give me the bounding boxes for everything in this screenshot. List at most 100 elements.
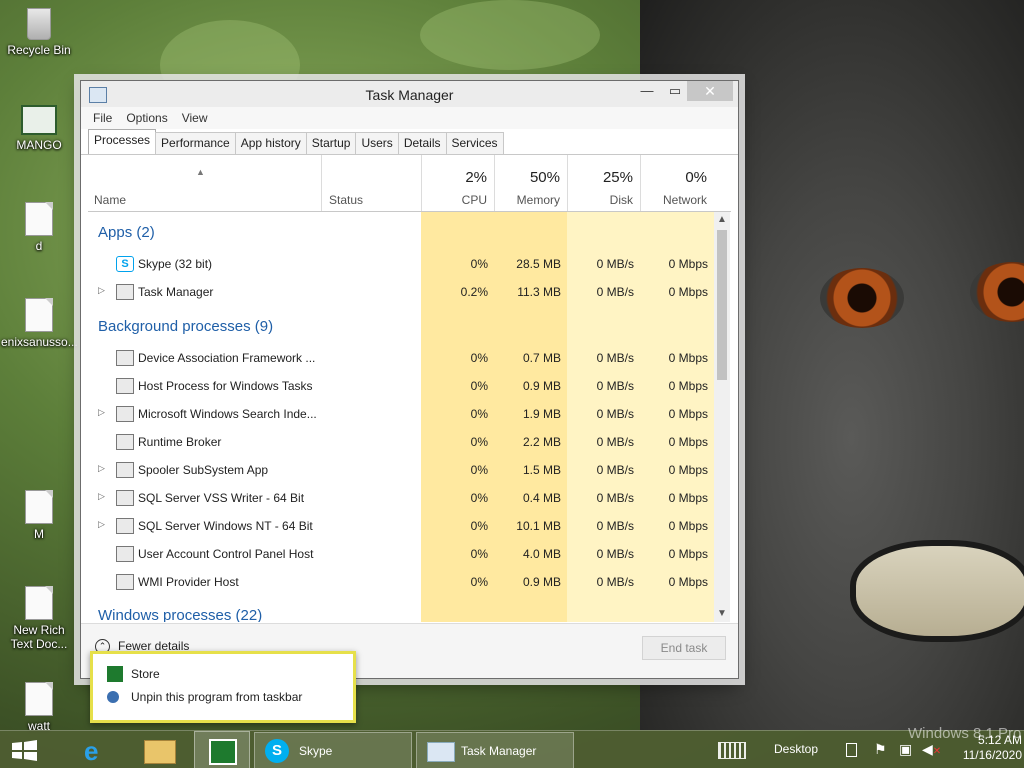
process-cpu-value: 0% — [470, 575, 488, 589]
expand-chevron-icon[interactable]: ▷ — [98, 491, 105, 502]
vertical-scrollbar[interactable]: ▲ ▼ — [714, 212, 730, 622]
process-name: Skype (32 bit) — [138, 257, 213, 271]
process-row[interactable]: ▷ Microsoft Windows Search Inde... 0% 1.9 M… — [88, 400, 714, 428]
scroll-thumb[interactable] — [717, 230, 727, 380]
desktop-icon-d[interactable]: d — [1, 202, 77, 253]
start-button[interactable] — [0, 731, 48, 768]
internet-explorer-icon: e — [84, 736, 99, 766]
column-memory[interactable]: 50% Memory — [494, 155, 568, 211]
close-button[interactable]: ✕ — [687, 81, 733, 101]
process-memory-value: 28.5 MB — [516, 257, 561, 271]
unpin-icon — [107, 691, 119, 703]
desktop-icon-watt[interactable]: watt — [1, 682, 77, 733]
show-notifications-icon[interactable] — [846, 731, 858, 768]
column-disk[interactable]: 25% Disk — [567, 155, 641, 211]
process-row[interactable]: ▷ Task Manager 0.2% 11.3 MB 0 MB/s 0 Mbps — [88, 278, 714, 306]
tab-users[interactable]: Users — [355, 132, 399, 155]
title-bar[interactable]: Task Manager — ▭ ✕ — [81, 81, 738, 107]
desktop-icon-mango[interactable]: MANGO — [1, 105, 77, 152]
process-network-value: 0 Mbps — [668, 435, 708, 449]
column-name[interactable]: Name — [94, 193, 126, 207]
store-icon — [209, 739, 237, 765]
scroll-down-icon[interactable]: ▼ — [714, 606, 730, 622]
process-network-value: 0 Mbps — [668, 491, 708, 505]
touch-keyboard-button[interactable] — [716, 731, 746, 768]
menu-view[interactable]: View — [182, 111, 208, 125]
file-explorer-button[interactable] — [136, 731, 186, 768]
column-network[interactable]: 0% Network — [640, 155, 715, 211]
process-row[interactable]: Device Association Framework ... 0% 0.7 MB… — [88, 344, 714, 372]
tab-services[interactable]: Services — [445, 132, 504, 155]
monitor-icon — [21, 105, 57, 135]
process-name: SQL Server Windows NT - 64 Bit — [138, 519, 313, 533]
store-taskbar-button[interactable] — [194, 731, 250, 768]
process-cpu-value: 0% — [470, 435, 488, 449]
process-row[interactable]: Host Process for Windows Tasks 0% 0.9 MB 0 … — [88, 372, 714, 400]
recycle-bin-icon — [27, 8, 51, 40]
tab-app-history[interactable]: App history — [234, 132, 307, 155]
menu-file[interactable]: File — [93, 111, 112, 125]
column-status-cell[interactable]: Status — [321, 155, 422, 211]
expand-chevron-icon[interactable]: ▷ — [98, 407, 105, 418]
store-icon — [107, 666, 123, 682]
process-memory-value: 10.1 MB — [516, 519, 561, 533]
action-center-flag-icon[interactable]: ⚑ — [874, 741, 887, 768]
process-network-value: 0 Mbps — [668, 407, 708, 421]
tab-performance[interactable]: Performance — [155, 132, 236, 155]
maximize-button[interactable]: ▭ — [661, 81, 689, 101]
process-disk-value: 0 MB/s — [596, 285, 634, 299]
process-row[interactable]: WMI Provider Host 0% 0.9 MB 0 MB/s 0 Mbps — [88, 568, 714, 596]
taskbar-clock[interactable]: 5:12 AM 11/16/2020 — [944, 733, 1022, 763]
menu-options[interactable]: Options — [126, 111, 167, 125]
minimize-button[interactable]: — — [633, 81, 661, 101]
process-row[interactable]: ▷ SQL Server Windows NT - 64 Bit 0% 10.1 MB… — [88, 512, 714, 540]
process-name: User Account Control Panel Host — [138, 547, 314, 561]
desktop-icon-new-rich-text[interactable]: New Rich Text Doc... — [1, 586, 77, 651]
process-row[interactable]: ▷ SQL Server VSS Writer - 64 Bit 0% 0.4 MB 0… — [88, 484, 714, 512]
process-network-value: 0 Mbps — [668, 379, 708, 393]
network-icon[interactable]: ▣ — [899, 741, 912, 768]
process-network-value: 0 Mbps — [668, 351, 708, 365]
process-name: SQL Server VSS Writer - 64 Bit — [138, 491, 305, 505]
taskbar-jump-list: Store Unpin this program from taskbar — [90, 651, 356, 723]
desktop-icon-m[interactable]: M — [1, 490, 77, 541]
monkey-eye — [970, 262, 1024, 322]
process-cpu-value: 0% — [470, 491, 488, 505]
volume-muted-icon[interactable]: ◀✕ — [922, 741, 941, 768]
column-cpu[interactable]: 2% CPU — [421, 155, 495, 211]
document-icon — [25, 202, 53, 236]
expand-chevron-icon[interactable]: ▷ — [98, 285, 105, 296]
process-row[interactable]: User Account Control Panel Host 0% 4.0 MB 0… — [88, 540, 714, 568]
scroll-up-icon[interactable]: ▲ — [714, 212, 730, 228]
document-icon — [25, 298, 53, 332]
process-cpu-value: 0% — [470, 463, 488, 477]
process-name: Runtime Broker — [138, 435, 222, 449]
process-name: Task Manager — [138, 285, 214, 299]
end-task-button[interactable]: End task — [642, 636, 726, 660]
process-row[interactable]: Runtime Broker 0% 2.2 MB 0 MB/s 0 Mbps — [88, 428, 714, 456]
taskbar-button-skype[interactable]: S Skype — [254, 732, 412, 768]
process-network-value: 0 Mbps — [668, 463, 708, 477]
expand-chevron-icon[interactable]: ▷ — [98, 519, 105, 530]
process-network-value: 0 Mbps — [668, 547, 708, 561]
process-row[interactable]: S Skype (32 bit) 0% 28.5 MB 0 MB/s 0 Mbps — [88, 250, 714, 278]
desktop-toolbar[interactable]: Desktop — [774, 742, 818, 762]
desktop-icon-enixsanusso[interactable]: enixsanusso... — [1, 298, 78, 349]
tab-processes[interactable]: Processes — [88, 129, 157, 155]
task-manager-icon — [427, 742, 455, 762]
desktop-icon-recycle-bin[interactable]: Recycle Bin — [1, 8, 77, 57]
internet-explorer-button[interactable]: e — [74, 731, 124, 768]
tab-startup[interactable]: Startup — [305, 132, 357, 155]
tab-details[interactable]: Details — [397, 132, 447, 155]
service-icon — [116, 350, 134, 366]
service-icon — [116, 518, 134, 534]
taskbar-button-task-manager[interactable]: Task Manager — [416, 732, 574, 768]
cpu-total: 2% — [465, 169, 487, 186]
process-list: Apps (2) Background processes (9) Window… — [88, 212, 714, 622]
service-icon — [116, 546, 134, 562]
process-row[interactable]: ▷ Spooler SubSystem App 0% 1.5 MB 0 MB/s 0 Mb… — [88, 456, 714, 484]
skype-icon: S — [116, 256, 134, 272]
document-icon — [25, 682, 53, 716]
expand-chevron-icon[interactable]: ▷ — [98, 463, 105, 474]
search-indexer-icon — [116, 406, 134, 422]
